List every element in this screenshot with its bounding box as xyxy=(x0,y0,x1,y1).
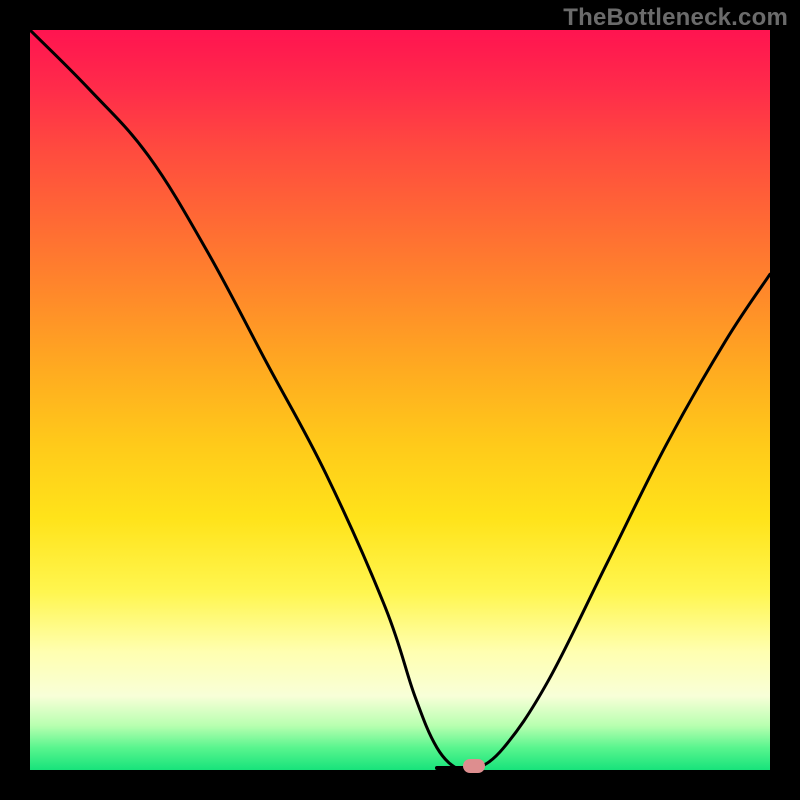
chart-frame: TheBottleneck.com xyxy=(0,0,800,800)
optimal-point-marker xyxy=(463,759,485,773)
plot-area xyxy=(30,30,770,770)
bottleneck-curve xyxy=(30,30,770,770)
watermark-text: TheBottleneck.com xyxy=(563,4,788,32)
